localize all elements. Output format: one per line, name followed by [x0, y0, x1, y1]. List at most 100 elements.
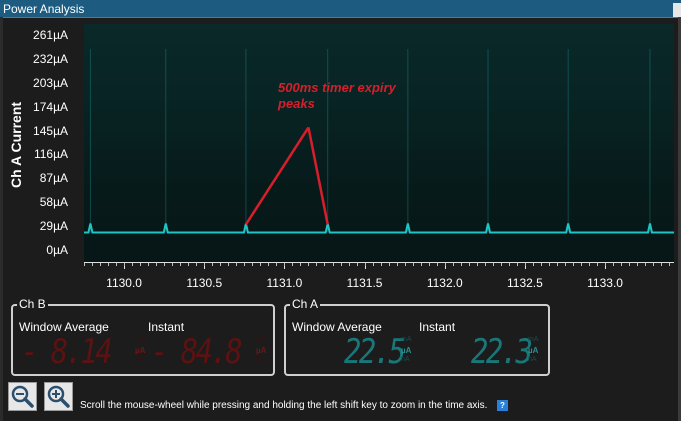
- x-minor-tick: [204, 263, 206, 266]
- annotation-pointer-line-2: [307, 127, 329, 225]
- ch-b-unit-ghost-1: mA: [135, 336, 146, 343]
- x-minor-tick: [116, 263, 118, 266]
- x-minor-tick: [556, 263, 558, 266]
- x-minor-tick: [244, 263, 246, 266]
- x-minor-tick: [476, 263, 478, 266]
- plot-area[interactable]: [84, 24, 674, 262]
- ch-b-title: Ch B: [17, 297, 48, 311]
- x-minor-tick: [460, 263, 462, 266]
- x-minor-tick: [228, 263, 230, 266]
- x-minor-tick: [548, 263, 550, 266]
- x-minor-tick: [444, 263, 446, 266]
- x-minor-tick: [316, 263, 318, 266]
- help-icon[interactable]: ?: [497, 400, 508, 411]
- x-minor-tick: [260, 263, 262, 266]
- x-minor-tick: [220, 263, 222, 266]
- annotation-pointer-line-1: [244, 126, 310, 226]
- x-minor-tick: [645, 263, 647, 266]
- ch-a-instant-ghost-1: mA: [528, 336, 539, 343]
- ch-b-panel: Ch B Window Average Instant - 8.14 µA mA…: [11, 297, 275, 376]
- ch-b-instant-value: - 84.8: [151, 332, 243, 372]
- x-minor-tick: [188, 263, 190, 266]
- x-minor-tick: [356, 263, 358, 266]
- x-minor-tick: [300, 263, 302, 266]
- x-minor-tick: [124, 263, 126, 266]
- annotation-line-2: peaks: [278, 96, 315, 111]
- x-minor-tick: [324, 263, 326, 266]
- x-tick-label: 1131.0: [266, 276, 303, 290]
- peak-annotation: 500ms timer expiry peaks: [278, 80, 396, 112]
- x-minor-tick: [468, 263, 470, 266]
- x-minor-tick: [196, 263, 198, 266]
- y-tick-label: 174µA: [33, 99, 68, 114]
- y-tick-label: 87µA: [39, 171, 68, 186]
- x-minor-tick: [500, 263, 502, 266]
- x-minor-tick: [564, 263, 566, 266]
- x-minor-tick: [308, 263, 310, 266]
- y-tick-label: 116µA: [33, 147, 68, 162]
- x-minor-tick: [396, 263, 398, 266]
- x-minor-tick: [252, 263, 254, 266]
- zoom-out-icon: [11, 385, 34, 408]
- window-title: Power Analysis: [3, 2, 85, 16]
- x-minor-tick: [516, 263, 518, 266]
- zoom-out-button[interactable]: [8, 382, 37, 411]
- x-minor-tick: [108, 263, 110, 266]
- y-tick-label: 232µA: [33, 52, 68, 67]
- y-tick-label: 145µA: [33, 123, 68, 138]
- x-tick-label: 1132.5: [506, 276, 543, 290]
- ch-a-unit-ghost-2: nA: [401, 356, 410, 363]
- y-tick-label: 261µA: [33, 28, 68, 43]
- x-minor-tick: [212, 263, 214, 266]
- ch-a-current-trace: [84, 223, 674, 234]
- ch-a-instant-value: 22.3: [471, 332, 533, 372]
- x-minor-tick: [388, 263, 390, 266]
- y-tick-label: 203µA: [33, 75, 68, 90]
- x-minor-tick: [621, 263, 623, 266]
- x-minor-tick: [148, 263, 150, 266]
- x-minor-tick: [164, 263, 166, 266]
- left-border: [0, 17, 3, 421]
- x-minor-tick: [236, 263, 238, 266]
- x-minor-tick: [348, 263, 350, 266]
- x-minor-tick: [84, 263, 85, 266]
- ch-b-unit-ghost-2: nA: [135, 356, 144, 363]
- ch-b-window-average-value: - 8.14: [21, 332, 113, 372]
- x-tick-label: 1131.5: [346, 276, 383, 290]
- y-tick-label: 58µA: [39, 194, 68, 209]
- x-minor-tick: [92, 263, 94, 266]
- y-tick-label: 29µA: [39, 218, 68, 233]
- x-minor-tick: [605, 263, 607, 266]
- x-minor-tick: [581, 263, 582, 266]
- x-minor-tick: [172, 263, 174, 266]
- x-minor-tick: [653, 263, 655, 266]
- x-minor-tick: [436, 263, 438, 266]
- y-axis-title-text: Ch A Current: [8, 101, 24, 189]
- zoom-in-button[interactable]: [44, 382, 73, 411]
- x-minor-tick: [629, 263, 631, 266]
- ch-a-instant-unit: µA: [528, 346, 539, 355]
- x-minor-tick: [180, 263, 182, 266]
- y-tick-label: 0µA: [46, 242, 68, 257]
- x-minor-tick: [524, 263, 526, 266]
- ch-a-title: Ch A: [290, 297, 321, 311]
- x-tick-label: 1130.0: [106, 276, 142, 290]
- x-minor-tick: [572, 263, 574, 266]
- x-minor-tick: [669, 263, 671, 266]
- x-minor-tick: [404, 263, 406, 266]
- x-minor-tick: [492, 263, 494, 266]
- x-minor-tick: [597, 263, 599, 266]
- x-minor-tick: [292, 263, 294, 266]
- ch-b-instant-ghost-2: nA: [256, 356, 265, 363]
- zoom-in-icon: [47, 385, 70, 408]
- x-minor-tick: [508, 263, 510, 266]
- x-minor-tick: [332, 263, 334, 266]
- ch-a-instant-label: Instant: [419, 320, 456, 334]
- scrollbar-thumb[interactable]: [673, 3, 681, 17]
- x-tick-label: 1133.0: [587, 276, 623, 290]
- x-minor-tick: [132, 263, 134, 266]
- ch-b-window-average-unit: µA: [135, 346, 146, 355]
- title-bar: Power Analysis: [0, 0, 681, 18]
- ch-a-unit-ghost-1: mA: [401, 336, 412, 343]
- x-minor-tick: [156, 263, 158, 266]
